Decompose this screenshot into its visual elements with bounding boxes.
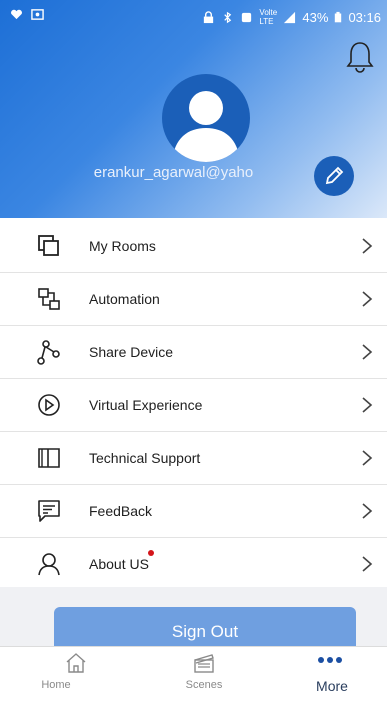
menu-item-label: Virtual Experience (89, 397, 203, 413)
menu-item-my-rooms[interactable]: My Rooms (0, 220, 387, 273)
chevron-right-icon (362, 291, 373, 307)
bell-icon[interactable] (345, 40, 375, 74)
edit-profile-button[interactable] (314, 156, 354, 196)
battery-icon (335, 11, 342, 22)
feedback-icon (38, 500, 60, 522)
menu-item-about-us[interactable]: About US (0, 538, 387, 590)
clock: 03:16 (348, 9, 381, 25)
avatar[interactable] (162, 74, 250, 162)
notification-dot (148, 550, 154, 556)
chevron-right-icon (362, 503, 373, 519)
chevron-right-icon (362, 397, 373, 413)
menu-item-label: Share Device (89, 344, 174, 360)
menu-item-label: Technical Support (89, 450, 201, 466)
heart-icon (11, 9, 22, 20)
chevron-right-icon (362, 450, 373, 466)
rooms-icon (38, 235, 59, 256)
chevron-right-icon (362, 238, 373, 254)
share-icon (37, 340, 60, 365)
menu-item-label: FeedBack (89, 503, 153, 519)
signal-icon (284, 11, 296, 23)
user-icon (38, 553, 60, 576)
menu-list: My Rooms Automation Share Device Virtual… (0, 220, 387, 590)
tab-label: More (316, 678, 348, 694)
menu-item-label: My Rooms (89, 238, 156, 254)
home-icon (66, 653, 86, 673)
avatar-silhouette-icon (172, 91, 240, 162)
nfc-icon (242, 12, 252, 22)
pencil-icon (325, 166, 344, 185)
bluetooth-icon (224, 11, 232, 23)
tab-label: Scenes (185, 679, 223, 691)
menu-item-share-device[interactable]: Share Device (0, 326, 387, 379)
automation-icon (38, 288, 60, 310)
battery-percent: 43% (302, 9, 329, 25)
menu-item-label: About US (89, 556, 149, 572)
profile-header: Volte LTE 43% 03:16 erankur_agarwal@yaho (0, 0, 387, 218)
lock-icon (204, 10, 214, 23)
tab-more[interactable]: More (292, 647, 372, 701)
tab-label: Home (41, 679, 71, 691)
chevron-right-icon (362, 344, 373, 360)
bottom-tab-bar: Home Scenes More (0, 646, 387, 701)
chevron-right-icon (362, 556, 373, 572)
menu-item-technical-support[interactable]: Technical Support (0, 432, 387, 485)
more-dots-icon (318, 657, 342, 663)
play-circle-icon (38, 394, 60, 416)
status-bar: Volte LTE 43% 03:16 (0, 0, 387, 30)
menu-item-virtual-experience[interactable]: Virtual Experience (0, 379, 387, 432)
network-label: Volte LTE (259, 8, 278, 26)
menu-item-feedback[interactable]: FeedBack (0, 485, 387, 538)
clapperboard-icon (194, 654, 214, 673)
image-icon (31, 9, 44, 20)
tab-home[interactable]: Home (36, 647, 116, 701)
book-icon (38, 448, 60, 468)
menu-item-automation[interactable]: Automation (0, 273, 387, 326)
tab-scenes[interactable]: Scenes (164, 647, 244, 701)
menu-item-label: Automation (89, 291, 160, 307)
